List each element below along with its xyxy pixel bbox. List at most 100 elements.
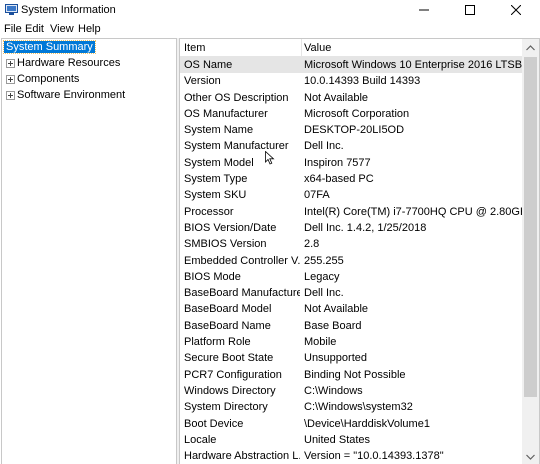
maximize-button[interactable]	[447, 0, 493, 20]
table-row[interactable]: Version 10.0.14393 Build 14393	[180, 73, 523, 89]
tree-item-label: Hardware Resources	[17, 57, 121, 69]
close-button[interactable]	[493, 0, 539, 20]
tree-item-components[interactable]: Components	[2, 72, 79, 87]
menu-file[interactable]: File	[4, 23, 22, 35]
table-row[interactable]: System SKU 07FA	[180, 187, 523, 203]
vertical-scrollbar[interactable]	[522, 39, 539, 464]
menu-bar: File Edit View Help	[0, 20, 540, 38]
row-value: Dell Inc.	[304, 140, 344, 153]
tree-item-hardware-resources[interactable]: Hardware Resources	[2, 56, 120, 71]
title-bar: System Information	[0, 0, 540, 20]
table-row[interactable]: BIOS Version/Date Dell Inc. 1.4.2, 1/25/2…	[180, 220, 523, 236]
row-value: Not Available	[304, 303, 369, 316]
expand-icon[interactable]	[6, 75, 15, 84]
column-header-item[interactable]: Item	[184, 42, 205, 54]
category-tree[interactable]: System Summary Hardware Resources Compon…	[1, 38, 177, 464]
list-rows: OS Name Microsoft Windows 10 Enterprise 2…	[180, 57, 523, 464]
row-value: Microsoft Corporation	[304, 107, 410, 120]
table-row[interactable]: OS Manufacturer Microsoft Corporation	[180, 106, 523, 122]
row-item-label: BIOS Mode	[184, 270, 241, 283]
row-value: \Device\HarddiskVolume1	[304, 417, 430, 430]
table-row[interactable]: Other OS Description Not Available	[180, 90, 523, 106]
table-row[interactable]: PCR7 Configuration Binding Not Possible	[180, 367, 523, 383]
row-value: Intel(R) Core(TM) i7-7700HQ CPU @ 2.80GH…	[304, 205, 523, 218]
tree-item-label: Components	[17, 73, 80, 85]
chevron-down-icon	[526, 454, 535, 460]
row-item-label: System Model	[184, 156, 254, 169]
minimize-button[interactable]	[401, 0, 447, 20]
column-divider[interactable]	[301, 39, 302, 57]
scroll-down-button[interactable]	[522, 448, 539, 464]
menu-edit[interactable]: Edit	[25, 23, 44, 35]
row-item-label: System Manufacturer	[184, 140, 289, 153]
column-header-value[interactable]: Value	[304, 42, 331, 54]
table-row[interactable]: Boot Device \Device\HarddiskVolume1	[180, 416, 523, 432]
close-icon	[511, 5, 521, 15]
scroll-up-button[interactable]	[522, 39, 539, 56]
table-row[interactable]: Hardware Abstraction L... Version = "10.0…	[180, 448, 523, 464]
row-value: 07FA	[304, 189, 330, 202]
row-value: 2.8	[304, 238, 320, 251]
tree-item-software-environment[interactable]: Software Environment	[2, 88, 125, 103]
table-row[interactable]: System Model Inspiron 7577	[180, 155, 523, 171]
row-item-label: BaseBoard Model	[184, 303, 272, 316]
row-value: Legacy	[304, 270, 340, 283]
tree-item-label: Software Environment	[17, 89, 126, 101]
list-header: Item Value	[180, 39, 523, 57]
row-value: Mobile	[304, 336, 337, 349]
table-row[interactable]: Windows Directory C:\Windows	[180, 383, 523, 399]
table-row[interactable]: OS Name Microsoft Windows 10 Enterprise 2…	[180, 57, 523, 74]
row-item-label: System Directory	[184, 401, 268, 414]
expand-icon[interactable]	[6, 91, 15, 100]
row-value: Dell Inc.	[304, 287, 344, 300]
row-item-label: Platform Role	[184, 336, 251, 349]
table-row[interactable]: Platform Role Mobile	[180, 334, 523, 350]
table-row[interactable]: Embedded Controller V... 255.255	[180, 253, 523, 269]
row-value: Base Board	[304, 319, 362, 332]
table-row[interactable]: BaseBoard Manufacturer Dell Inc.	[180, 285, 523, 301]
expand-icon[interactable]	[6, 59, 15, 68]
table-row[interactable]: BaseBoard Model Not Available	[180, 301, 523, 317]
row-item-label: System SKU	[184, 189, 247, 202]
row-item-label: Version	[184, 75, 221, 88]
row-item-label: System Name	[184, 124, 254, 137]
window-title: System Information	[21, 4, 116, 16]
table-row[interactable]: BIOS Mode Legacy	[180, 269, 523, 285]
table-row[interactable]: System Manufacturer Dell Inc.	[180, 138, 523, 154]
tree-item-system-summary[interactable]: System Summary	[3, 40, 96, 55]
table-row[interactable]: Processor Intel(R) Core(TM) i7-7700HQ CPU…	[180, 204, 523, 220]
row-value: C:\Windows	[304, 384, 363, 397]
row-item-label: Secure Boot State	[184, 352, 274, 365]
row-value: United States	[304, 433, 371, 446]
table-row[interactable]: Secure Boot State Unsupported	[180, 350, 523, 366]
table-row[interactable]: System Name DESKTOP-20LI5OD	[180, 122, 523, 138]
row-item-label: System Type	[184, 173, 248, 186]
scroll-thumb[interactable]	[524, 57, 537, 397]
row-value: C:\Windows\system32	[304, 401, 413, 414]
row-item-label: Other OS Description	[184, 91, 289, 104]
row-item-label: OS Name	[184, 59, 233, 71]
details-list[interactable]: Item Value OS Name Microsoft Windows 10 E…	[179, 38, 540, 464]
system-information-icon	[5, 4, 18, 15]
row-value: Unsupported	[304, 352, 367, 365]
row-item-label: BIOS Version/Date	[184, 221, 277, 234]
chevron-up-icon	[526, 44, 535, 50]
table-row[interactable]: Locale United States	[180, 432, 523, 448]
row-item-label: BaseBoard Manufacturer	[184, 287, 300, 300]
table-row[interactable]: SMBIOS Version 2.8	[180, 236, 523, 252]
table-row[interactable]: System Directory C:\Windows\system32	[180, 399, 523, 415]
menu-help[interactable]: Help	[78, 23, 101, 35]
row-value: Dell Inc. 1.4.2, 1/25/2018	[304, 221, 427, 234]
table-row[interactable]: BaseBoard Name Base Board	[180, 318, 523, 334]
row-item-label: Hardware Abstraction L...	[184, 450, 300, 463]
row-item-label: Locale	[184, 433, 217, 446]
row-item-label: PCR7 Configuration	[184, 368, 282, 381]
minimize-icon	[419, 9, 429, 11]
menu-view[interactable]: View	[50, 23, 74, 35]
mouse-cursor-icon	[265, 151, 275, 165]
row-value: 255.255	[304, 254, 344, 267]
row-item-label: Windows Directory	[184, 384, 276, 397]
row-value: Inspiron 7577	[304, 156, 371, 169]
tree-item-label: System Summary	[3, 40, 96, 54]
table-row[interactable]: System Type x64-based PC	[180, 171, 523, 187]
